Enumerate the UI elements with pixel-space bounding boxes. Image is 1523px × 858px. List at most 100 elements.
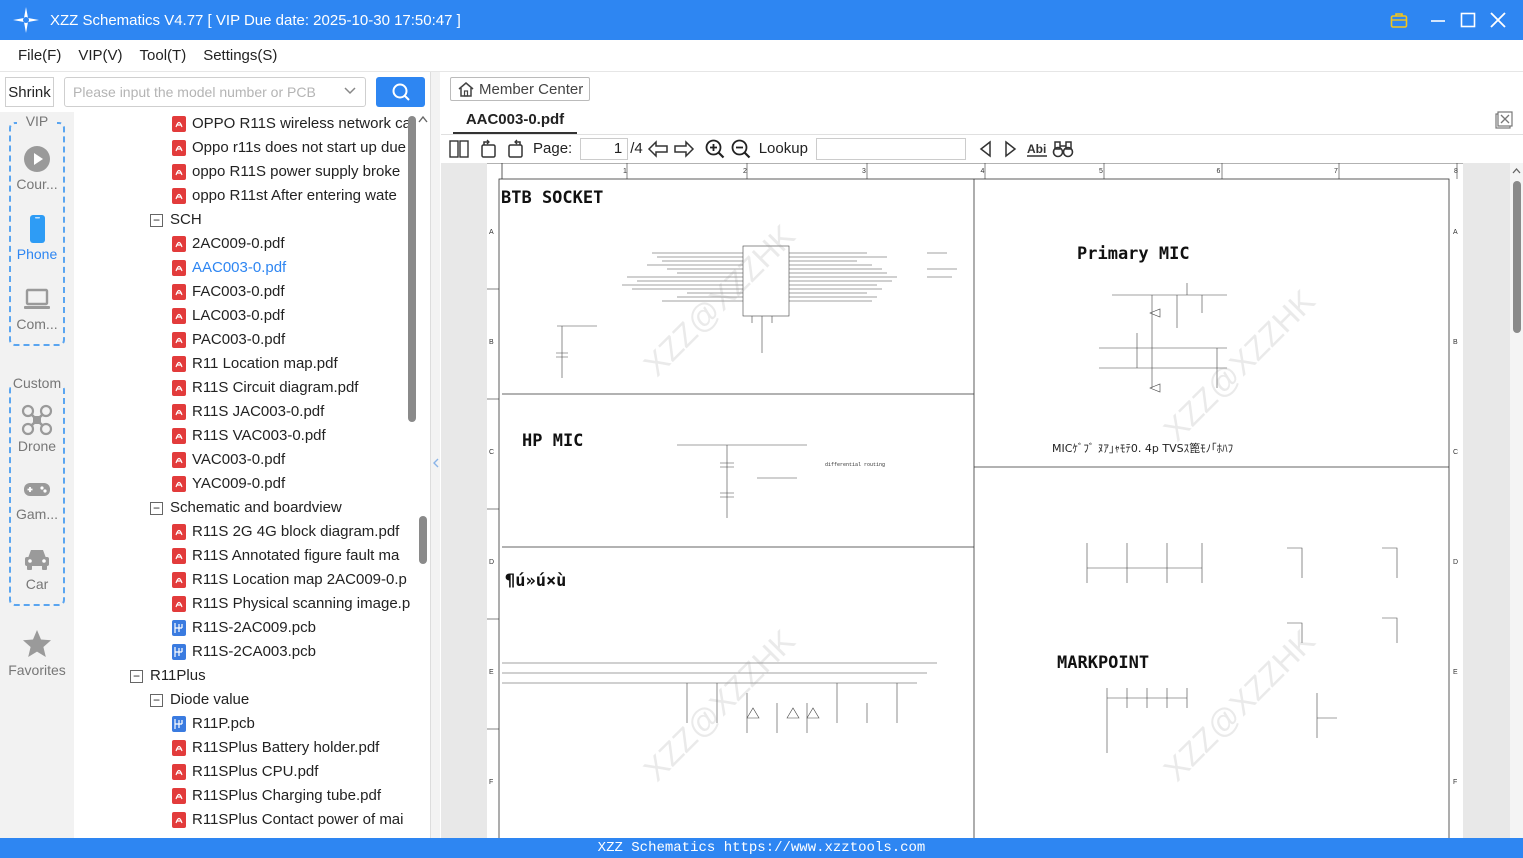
tree-file-item[interactable]: R11S Annotated figure fault ma: [172, 544, 399, 568]
rotate-left-icon[interactable]: [479, 139, 499, 159]
schematic-page[interactable]: 12345678AABBCCDDEEFF BTB SOCKET Primary …: [487, 162, 1463, 840]
two-page-view-icon[interactable]: [449, 139, 469, 158]
pdf-file-icon: [172, 356, 186, 372]
lookup-input[interactable]: [815, 137, 966, 160]
tree-file-item[interactable]: R11SPlus Contact power of mai: [172, 808, 404, 832]
tree-file-item[interactable]: OPPO R11S wireless network ca: [172, 112, 411, 136]
tree-folder[interactable]: − Diode value: [150, 688, 249, 712]
tree-file-item[interactable]: R11P.pcb: [172, 712, 255, 736]
tree-file-item[interactable]: oppo R11st After entering wate: [172, 184, 397, 208]
document-area[interactable]: 12345678AABBCCDDEEFF BTB SOCKET Primary …: [441, 162, 1523, 840]
row-letter-label: E: [489, 669, 494, 676]
tree-item-label: oppo R11st After entering wate: [192, 187, 397, 204]
tree-folder[interactable]: − SCH: [150, 208, 202, 232]
rotate-right-icon[interactable]: [505, 139, 525, 159]
collapse-minus-icon[interactable]: −: [150, 501, 163, 515]
section-primary-mic: Primary MIC: [1077, 244, 1190, 264]
model-search-box: [64, 77, 366, 107]
close-button[interactable]: [1483, 0, 1513, 40]
document-scrollbar-thumb[interactable]: [1513, 181, 1521, 333]
rail-item-car-label: Car: [25, 576, 49, 592]
rail-item-favorites[interactable]: Favorites: [0, 628, 74, 678]
rail-item-courses[interactable]: Cour...: [0, 144, 74, 192]
tree-file-item[interactable]: Oppo r11s does not start up due: [172, 136, 406, 160]
tree-file-item[interactable]: R11S Circuit diagram.pdf: [172, 376, 358, 400]
chevron-down-icon[interactable]: [343, 84, 357, 98]
tree-file-item[interactable]: LAC003-0.pdf: [172, 304, 285, 328]
file-tree: OPPO R11S wireless network ca Oppo r11s d…: [74, 112, 420, 838]
panel-splitter[interactable]: [430, 72, 440, 838]
tree-file-item[interactable]: PAC003-0.pdf: [172, 328, 285, 352]
tree-file-item[interactable]: R11SPlus Battery holder.pdf: [172, 736, 379, 760]
lookup-label: Lookup: [758, 140, 808, 157]
search-button[interactable]: [376, 77, 425, 107]
tree-file-item[interactable]: R11SPlus CPU.pdf: [172, 760, 318, 784]
rail-item-phone[interactable]: Phone: [0, 214, 74, 262]
tree-file-item[interactable]: R11S Physical scanning image.p: [172, 592, 410, 616]
tree-file-item[interactable]: oppo R11S power supply broke: [172, 160, 400, 184]
tree-folder[interactable]: − R11Plus: [130, 664, 206, 688]
close-tab-icon[interactable]: [1495, 111, 1513, 129]
tree-item-label: R11S Circuit diagram.pdf: [192, 379, 359, 396]
zoom-in-icon[interactable]: [705, 139, 725, 159]
shrink-button[interactable]: Shrink: [5, 77, 54, 107]
menu-file[interactable]: File(F): [18, 47, 61, 64]
zoom-out-icon[interactable]: [731, 139, 751, 159]
collapse-minus-icon[interactable]: −: [150, 693, 163, 707]
find-next-icon[interactable]: [1002, 139, 1018, 158]
tree-file-item[interactable]: R11S VAC003-0.pdf: [172, 424, 326, 448]
tree-folder[interactable]: − Schematic and boardview: [150, 496, 342, 520]
window-title: XZZ Schematics V4.77 [ VIP Due date: 202…: [50, 11, 461, 29]
tab-aac003-pdf[interactable]: AAC003-0.pdf: [453, 108, 577, 134]
tree-scrollbar-thumb[interactable]: [408, 116, 416, 422]
star-icon: [23, 630, 51, 657]
menu-settings[interactable]: Settings(S): [203, 47, 277, 64]
match-case-icon[interactable]: Abi: [1026, 140, 1048, 158]
find-all-binoculars-icon[interactable]: [1052, 140, 1074, 158]
tree-file-item[interactable]: 2AC009-0.pdf: [172, 232, 285, 256]
tree-file-item[interactable]: R11S JAC003-0.pdf: [172, 400, 324, 424]
tree-file-item[interactable]: R11S Location map 2AC009-0.p: [172, 568, 407, 592]
tree-inner-scrollbar-thumb[interactable]: [419, 516, 427, 564]
doc-scroll-up-icon[interactable]: [1511, 166, 1522, 176]
rail-item-game[interactable]: Gam...: [0, 474, 74, 522]
col-number-label: 1: [623, 168, 627, 175]
page-number-input[interactable]: 1: [580, 137, 629, 160]
minimize-button[interactable]: [1423, 0, 1453, 40]
member-center-button[interactable]: Member Center: [450, 77, 591, 101]
tree-file-item[interactable]: VAC003-0.pdf: [172, 448, 285, 472]
rail-item-drone[interactable]: Drone: [0, 404, 74, 454]
menu-tool[interactable]: Tool(T): [140, 47, 187, 64]
collapse-minus-icon[interactable]: −: [130, 669, 143, 683]
viewer-toolbar: Page: 1 /4 Lookup Abi: [441, 134, 1523, 162]
phone-icon: [30, 215, 45, 243]
next-page-icon[interactable]: [673, 139, 695, 158]
tree-item-label: oppo R11S power supply broke: [192, 163, 401, 180]
scroll-up-arrow-icon[interactable]: [417, 114, 429, 124]
tree-item-label: SCH: [170, 211, 202, 228]
menu-vip[interactable]: VIP(V): [78, 47, 122, 64]
tree-item-label: YAC009-0.pdf: [192, 475, 286, 492]
rail-item-computer[interactable]: Com...: [0, 284, 74, 332]
model-search-input[interactable]: [65, 78, 335, 106]
rail-item-car[interactable]: Car: [0, 544, 74, 592]
tree-file-item[interactable]: YAC009-0.pdf: [172, 472, 285, 496]
tree-file-item[interactable]: R11 Location map.pdf: [172, 352, 338, 376]
maximize-button[interactable]: [1453, 0, 1483, 40]
tree-file-item[interactable]: R11S 2G 4G block diagram.pdf: [172, 520, 399, 544]
col-number-label: 6: [1217, 168, 1221, 175]
tree-file-item[interactable]: FAC003-0.pdf: [172, 280, 285, 304]
collapse-minus-icon[interactable]: −: [150, 213, 163, 227]
rail-item-game-label: Gam...: [15, 506, 58, 522]
tree-file-item[interactable]: R11S-2CA003.pcb: [172, 640, 316, 664]
document-scrollbar[interactable]: [1510, 163, 1523, 838]
find-prev-icon[interactable]: [978, 139, 994, 158]
tree-file-item[interactable]: R11SPlus Charging tube.pdf: [172, 784, 381, 808]
tree-item-label: R11Plus: [150, 667, 206, 684]
vip-icon[interactable]: [1384, 0, 1414, 40]
tree-file-item[interactable]: R11S-2AC009.pcb: [172, 616, 316, 640]
collapse-panel-icon[interactable]: [432, 457, 440, 469]
tree-file-item[interactable]: AAC003-0.pdf: [172, 256, 286, 280]
prev-page-icon[interactable]: [647, 139, 669, 158]
member-center-label: Member Center: [479, 80, 584, 98]
